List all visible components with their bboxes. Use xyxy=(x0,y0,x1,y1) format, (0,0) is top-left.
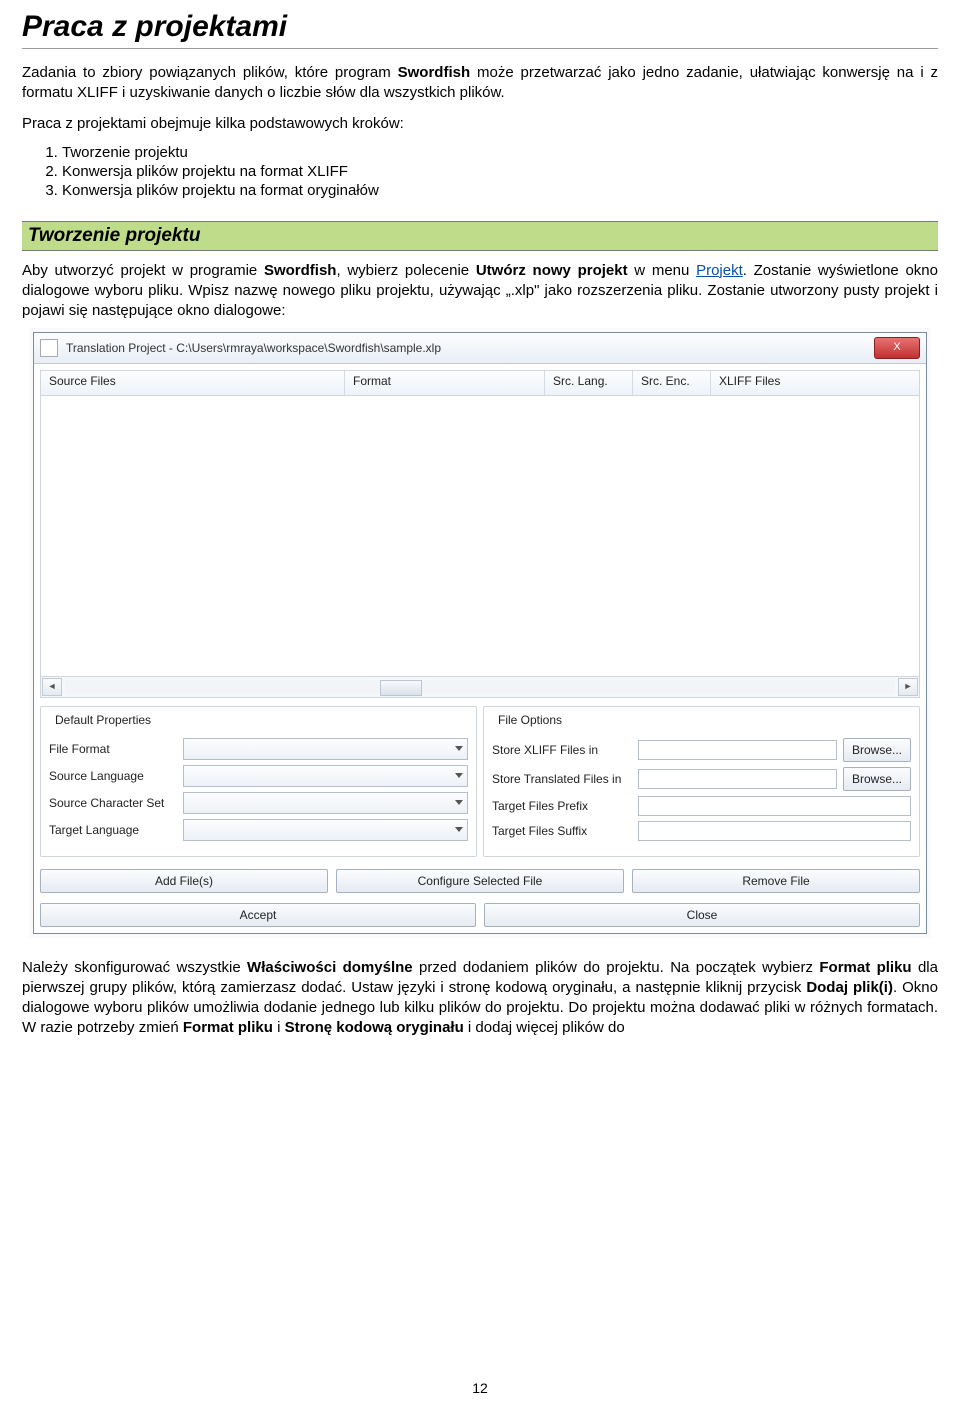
sec-command: Utwórz nowy projekt xyxy=(476,262,628,279)
browse-xliff-button[interactable]: Browse... xyxy=(843,738,911,762)
table-header-row: Source Files Format Src. Lang. Src. Enc.… xyxy=(40,370,920,396)
chevron-down-icon xyxy=(455,827,463,832)
col-format[interactable]: Format xyxy=(345,371,545,395)
after-bold: Dodaj plik(i) xyxy=(806,979,893,996)
after-text: i xyxy=(273,1019,285,1036)
dialog-title: Translation Project - C:\Users\rmraya\wo… xyxy=(66,341,874,355)
intro-paragraph-1: Zadania to zbiory powiązanych plików, kt… xyxy=(22,63,938,104)
steps-list: Tworzenie projektu Konwersja plików proj… xyxy=(62,144,938,199)
translation-project-dialog: Translation Project - C:\Users\rmraya\wo… xyxy=(33,332,927,934)
after-bold: Format pliku xyxy=(819,959,911,976)
scroll-track[interactable] xyxy=(65,680,895,694)
page-title: Praca z projektami xyxy=(22,10,938,49)
chevron-down-icon xyxy=(455,773,463,778)
label-target-prefix: Target Files Prefix xyxy=(492,799,638,813)
remove-file-button[interactable]: Remove File xyxy=(632,869,920,893)
accept-button[interactable]: Accept xyxy=(40,903,476,927)
file-format-select[interactable] xyxy=(183,738,468,760)
sec-text: Aby utworzyć projekt w programie xyxy=(22,262,264,279)
label-store-xliff: Store XLIFF Files in xyxy=(492,743,638,757)
step-item: Tworzenie projektu xyxy=(62,144,938,161)
chevron-down-icon xyxy=(455,746,463,751)
after-bold: Właściwości domyślne xyxy=(247,959,413,976)
store-xliff-input[interactable] xyxy=(638,740,837,760)
source-charset-select[interactable] xyxy=(183,792,468,814)
file-table-body[interactable] xyxy=(40,396,920,677)
after-paragraph: Należy skonfigurować wszystkie Właściwoś… xyxy=(22,958,938,1039)
col-source-files[interactable]: Source Files xyxy=(41,371,345,395)
intro-paragraph-2: Praca z projektami obejmuje kilka podsta… xyxy=(22,114,938,134)
close-button[interactable]: Close xyxy=(484,903,920,927)
label-store-translated: Store Translated Files in xyxy=(492,772,638,786)
scroll-thumb[interactable] xyxy=(380,680,422,696)
after-text: przed dodaniem plików do projektu. Na po… xyxy=(413,959,820,976)
panel-title-right: File Options xyxy=(494,713,566,727)
after-text: Należy skonfigurować wszystkie xyxy=(22,959,247,976)
col-xliff-files[interactable]: XLIFF Files xyxy=(711,371,919,395)
file-options-panel: File Options Store XLIFF Files in Browse… xyxy=(483,706,920,857)
browse-translated-button[interactable]: Browse... xyxy=(843,767,911,791)
window-close-button[interactable]: X xyxy=(874,337,920,359)
intro-swordfish: Swordfish xyxy=(398,64,471,81)
horizontal-scrollbar[interactable]: ◄ ► xyxy=(40,677,920,698)
sec-text: w menu xyxy=(628,262,696,279)
step-item: Konwersja plików projektu na format oryg… xyxy=(62,182,938,199)
sec-swordfish: Swordfish xyxy=(264,262,337,279)
app-icon xyxy=(40,339,58,357)
target-suffix-input[interactable] xyxy=(638,821,911,841)
scroll-right-icon[interactable]: ► xyxy=(898,678,918,696)
after-bold: Stronę kodową oryginału xyxy=(285,1019,464,1036)
label-target-suffix: Target Files Suffix xyxy=(492,824,638,838)
col-src-lang[interactable]: Src. Lang. xyxy=(545,371,633,395)
configure-selected-button[interactable]: Configure Selected File xyxy=(336,869,624,893)
section-paragraph: Aby utworzyć projekt w programie Swordfi… xyxy=(22,261,938,322)
after-text: i dodaj więcej plików do xyxy=(464,1019,625,1036)
intro-text-a: Zadania to zbiory powiązanych plików, kt… xyxy=(22,64,398,81)
dialog-titlebar: Translation Project - C:\Users\rmraya\wo… xyxy=(34,333,926,364)
page-number: 12 xyxy=(0,1380,960,1396)
sec-text: , wybierz polecenie xyxy=(336,262,475,279)
panel-title-left: Default Properties xyxy=(51,713,155,727)
section-heading: Tworzenie projektu xyxy=(22,221,938,251)
store-translated-input[interactable] xyxy=(638,769,837,789)
col-src-enc[interactable]: Src. Enc. xyxy=(633,371,711,395)
label-source-charset: Source Character Set xyxy=(49,796,183,810)
label-source-language: Source Language xyxy=(49,769,183,783)
target-language-select[interactable] xyxy=(183,819,468,841)
after-bold: Format pliku xyxy=(183,1019,273,1036)
step-item: Konwersja plików projektu na format XLIF… xyxy=(62,163,938,180)
target-prefix-input[interactable] xyxy=(638,796,911,816)
add-files-button[interactable]: Add File(s) xyxy=(40,869,328,893)
projekt-link[interactable]: Projekt xyxy=(696,262,743,279)
label-file-format: File Format xyxy=(49,742,183,756)
label-target-language: Target Language xyxy=(49,823,183,837)
scroll-left-icon[interactable]: ◄ xyxy=(42,678,62,696)
source-language-select[interactable] xyxy=(183,765,468,787)
default-properties-panel: Default Properties File Format Source La… xyxy=(40,706,477,857)
chevron-down-icon xyxy=(455,800,463,805)
